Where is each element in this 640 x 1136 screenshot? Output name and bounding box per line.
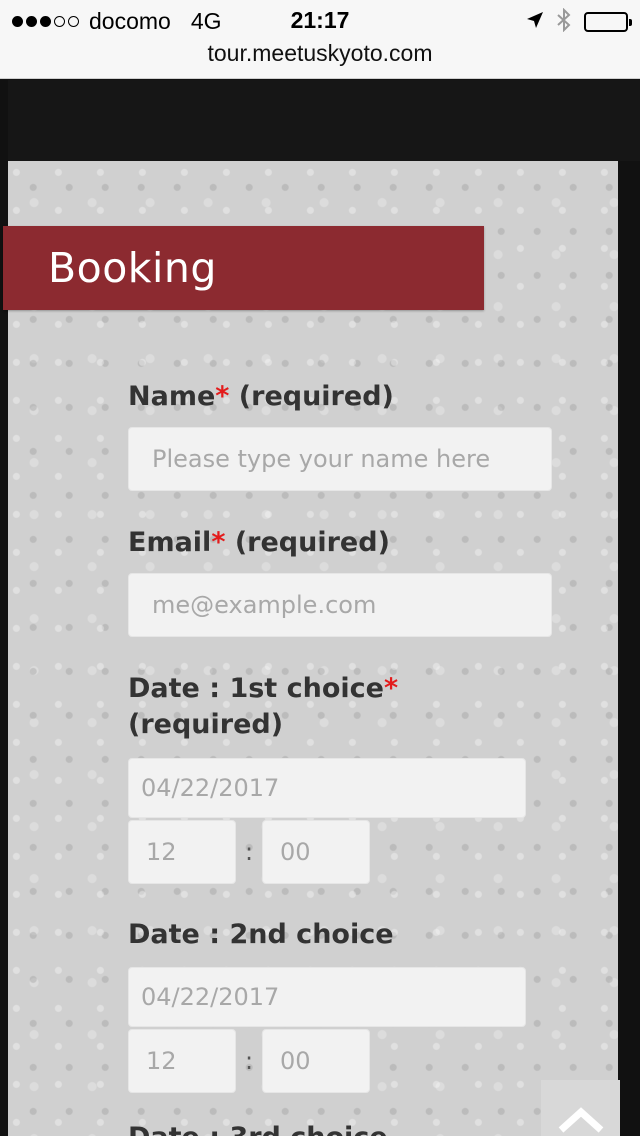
date2-hour-select[interactable]: 12 — [128, 1029, 236, 1093]
date2-date-input[interactable]: 04/22/2017 — [128, 967, 526, 1027]
date1-label: Date : 1st choice* (required) — [128, 673, 399, 740]
page-header-band — [8, 80, 640, 161]
location-arrow-icon — [526, 11, 544, 33]
date2-label: Date : 2nd choice — [128, 919, 394, 950]
signal-strength-icon — [12, 16, 79, 27]
bluetooth-icon — [556, 7, 572, 36]
network-type: 4G — [190, 8, 222, 34]
required-marker: * — [215, 381, 230, 412]
email-label: Email* (required) — [128, 527, 390, 558]
date3-label: Date : 3rd choice — [128, 1120, 388, 1136]
date2-minute-select[interactable]: 00 — [262, 1029, 370, 1093]
required-marker: * — [211, 527, 226, 558]
carrier-name: docomo — [89, 8, 171, 34]
name-input[interactable]: Please type your name here — [128, 427, 552, 491]
booking-heading-banner: Booking — [3, 226, 484, 310]
name-label: Name* (required) — [128, 381, 394, 412]
required-marker: * — [383, 673, 399, 704]
page-title: Booking — [48, 244, 217, 292]
time-separator: : — [245, 838, 254, 866]
browser-status-bar: docomo 4G 21:17 tour.meetuskyoto.com — [0, 0, 640, 79]
date1-hour-select[interactable]: 12 — [128, 820, 236, 884]
date1-minute-select[interactable]: 00 — [262, 820, 370, 884]
date1-date-input[interactable]: 04/22/2017 — [128, 758, 526, 818]
status-right — [526, 7, 632, 36]
back-to-top-button[interactable] — [541, 1080, 620, 1136]
status-left: docomo 4G — [12, 8, 222, 35]
address-bar-url[interactable]: tour.meetuskyoto.com — [0, 40, 640, 67]
chevron-up-icon — [558, 1107, 604, 1133]
email-input[interactable]: me@example.com — [128, 573, 552, 637]
battery-icon — [584, 12, 632, 32]
time-separator: : — [245, 1047, 254, 1075]
